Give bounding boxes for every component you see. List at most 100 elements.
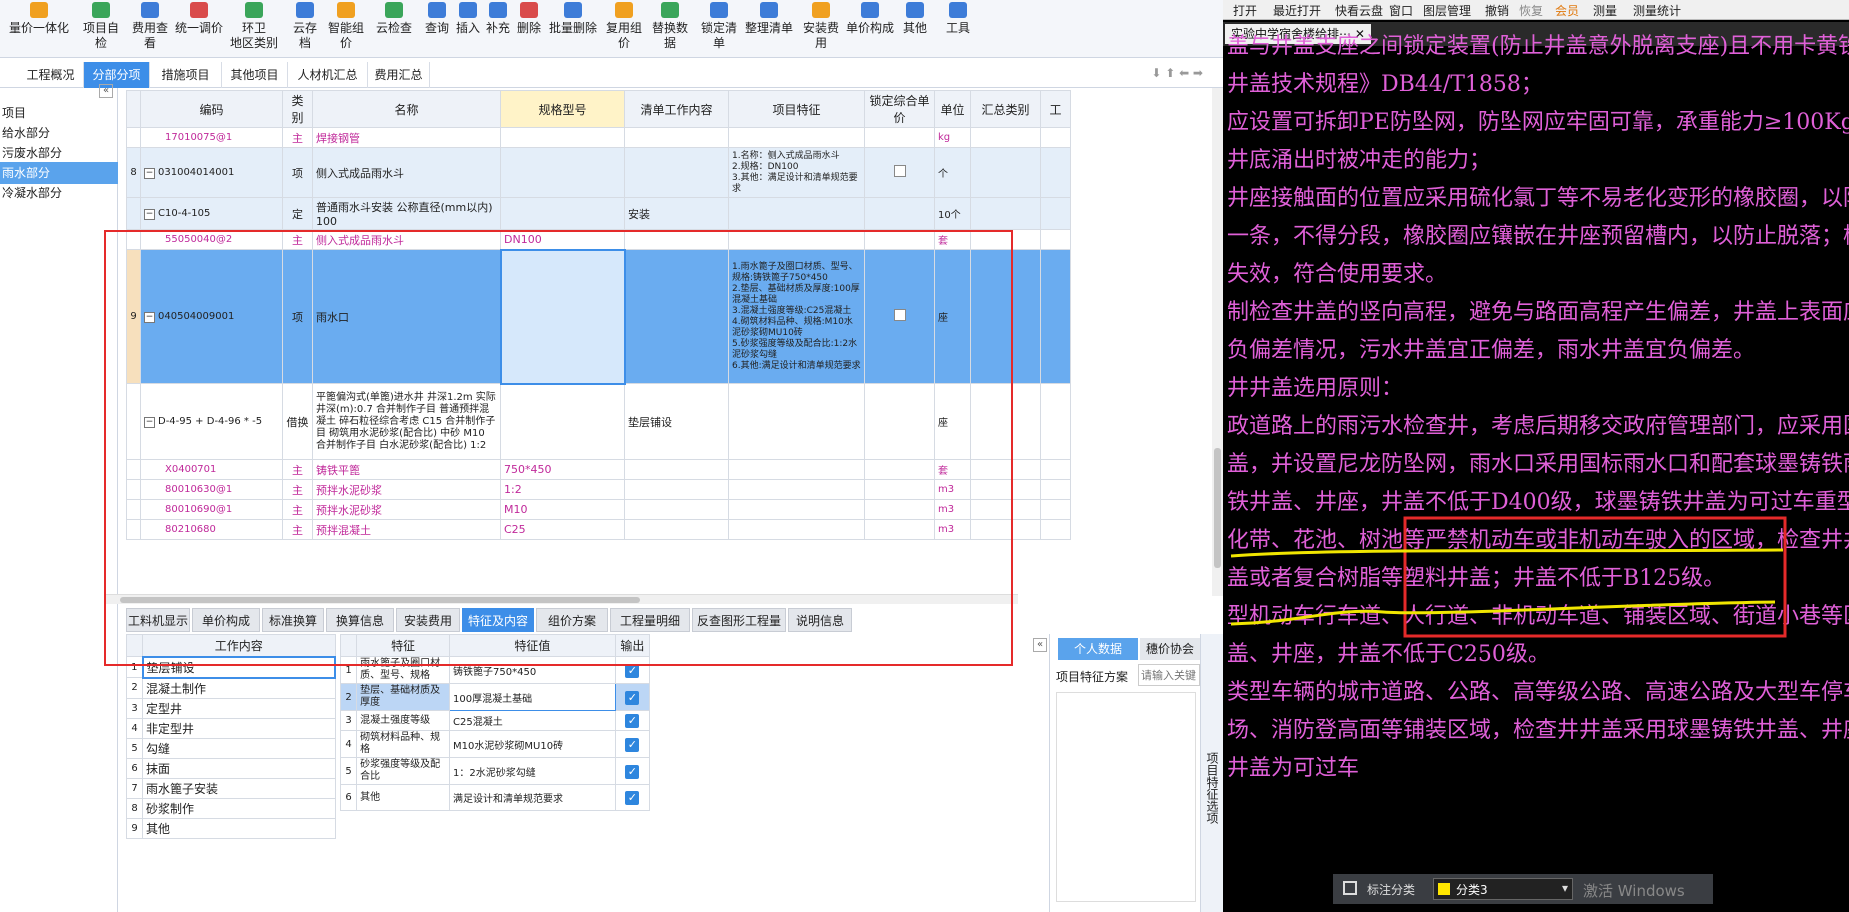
toolbar-button[interactable]: 复用组价: [602, 0, 646, 58]
name-cell[interactable]: 雨水口: [312, 249, 501, 384]
spec-cell[interactable]: C25: [500, 519, 625, 540]
code-cell[interactable]: −031004014001: [140, 147, 283, 198]
output-cell[interactable]: ✓: [614, 683, 651, 711]
tree-item[interactable]: 雨水部分: [0, 162, 118, 184]
work-item[interactable]: 抹面: [142, 757, 336, 779]
toolbar-button[interactable]: 替换数据: [648, 0, 692, 58]
table-row[interactable]: 55050040@2 主侧入式成品雨水斗 DN100 套: [126, 229, 1071, 250]
feature-row[interactable]: 2 垫层、基础材质及厚度 100厚混凝土基础 ✓: [340, 683, 651, 711]
feature-value[interactable]: 铸铁篦子750*450: [449, 656, 616, 684]
lock-price-cell[interactable]: [864, 249, 935, 384]
table-row[interactable]: 9−040504009001 项雨水口 1.雨水篦子及圈口材质、型号、规格:铸铁篦子…: [126, 248, 1071, 385]
detail-tab[interactable]: 特征及内容: [462, 608, 534, 632]
work-item[interactable]: 垫层铺设: [141, 655, 336, 679]
spec-cell[interactable]: [500, 197, 625, 230]
code-cell[interactable]: 55050040@2: [140, 229, 283, 250]
feature-value[interactable]: 1：2水泥砂浆勾缝: [449, 757, 616, 785]
panel-collapse-icon[interactable]: «: [1033, 638, 1047, 652]
table-row[interactable]: 8−031004014001 项侧入式成品雨水斗 1.名称：侧入式成品雨水斗 2.规…: [126, 147, 1071, 198]
toolbar-button[interactable]: 单价构成: [846, 0, 894, 58]
name-cell[interactable]: 普通雨水斗安装 公称直径(mm以内) 100: [312, 197, 501, 230]
output-checkbox[interactable]: ✓: [625, 791, 640, 805]
feature-cell[interactable]: [728, 127, 865, 148]
feature-cell[interactable]: [728, 459, 865, 480]
table-row[interactable]: − D-4-95 + D-4-96 * -5 借换 平篦偏沟式(单篦)进水井 井深1.…: [126, 383, 1071, 460]
toolbar-button[interactable]: 量价一体化: [4, 0, 74, 58]
name-cell[interactable]: 预拌水泥砂浆: [312, 499, 501, 520]
detail-tab[interactable]: 标准换算: [262, 608, 324, 632]
name-cell[interactable]: 平篦偏沟式(单篦)进水井 井深1.2m 实际井深(m):0.7 合并制作子目 普…: [312, 383, 501, 460]
spec-cell[interactable]: 1:2: [500, 479, 625, 500]
tree-item[interactable]: 污废水部分: [0, 142, 118, 164]
lock-price-cell[interactable]: [864, 499, 935, 520]
toolbar-button[interactable]: 费用查看: [128, 0, 172, 58]
table-row[interactable]: 80010630@1 主预拌水泥砂浆 1:2 m3: [126, 479, 1071, 500]
toolbar-button[interactable]: 查询: [424, 0, 450, 58]
toolbar-button[interactable]: 项目自检: [78, 0, 124, 58]
feature-options-vertical-tab[interactable]: 项目特征选项: [1200, 634, 1223, 912]
lock-price-cell[interactable]: [864, 479, 935, 500]
feature-row[interactable]: 1 雨水篦子及圈口材质、型号、规格 铸铁篦子750*450 ✓: [340, 656, 651, 684]
column-header[interactable]: 规格型号: [500, 90, 625, 128]
work-row[interactable]: 2 混凝土制作: [126, 677, 336, 699]
tree-item[interactable]: 项目: [0, 102, 118, 124]
output-checkbox[interactable]: ✓: [625, 737, 640, 752]
feature-row[interactable]: 3 混凝土强度等级 C25混凝土 ✓: [340, 710, 651, 731]
tree-item[interactable]: 给水部分: [0, 122, 118, 144]
detail-tab[interactable]: 单价构成: [192, 608, 260, 632]
detail-tab[interactable]: 换算信息: [326, 608, 394, 632]
work-row[interactable]: 9 其他: [126, 817, 336, 839]
work-cell[interactable]: [624, 459, 729, 480]
feature-cell[interactable]: [728, 499, 865, 520]
output-checkbox[interactable]: ✓: [625, 690, 640, 705]
tab-4[interactable]: 其他项目: [222, 62, 288, 88]
work-item[interactable]: 其他: [142, 817, 336, 839]
tree-item[interactable]: 冷凝水部分: [0, 182, 118, 204]
code-cell[interactable]: − D-4-95 + D-4-96 * -5: [140, 383, 283, 460]
work-item[interactable]: 雨水篦子安装: [142, 777, 336, 799]
cad-menu-item[interactable]: 快看云盘: [1335, 2, 1383, 19]
feature-row[interactable]: 5 砂浆强度等级及配合比 1：2水泥砂浆勾缝 ✓: [340, 757, 651, 785]
work-cell[interactable]: [624, 229, 729, 250]
output-cell[interactable]: ✓: [614, 656, 651, 684]
name-cell[interactable]: 侧入式成品雨水斗: [312, 147, 501, 198]
work-item[interactable]: 砂浆制作: [142, 797, 336, 819]
detail-tab[interactable]: 说明信息: [788, 608, 852, 632]
spec-cell[interactable]: [500, 127, 625, 148]
grid-v-scrollbar[interactable]: [1212, 88, 1223, 596]
spec-cell[interactable]: [500, 383, 625, 460]
toolbar-button[interactable]: 统一调价: [174, 0, 224, 58]
work-cell[interactable]: [624, 127, 729, 148]
cad-menu-item[interactable]: 会员: [1555, 2, 1579, 19]
feature-row[interactable]: 6 其他 满足设计和清单规范要求 ✓: [340, 784, 651, 811]
cad-menu-item[interactable]: 图层管理: [1423, 2, 1471, 19]
detail-tab[interactable]: 安装费用: [396, 608, 460, 632]
lock-price-cell[interactable]: [864, 459, 935, 480]
scheme-search-input[interactable]: [1138, 664, 1200, 686]
feature-value[interactable]: 满足设计和清单规范要求: [449, 784, 616, 811]
toolbar-button[interactable]: 插入: [454, 0, 482, 58]
feature-value[interactable]: M10水泥砂浆砌MU10砖: [449, 730, 616, 758]
detail-tab[interactable]: 反查图形工程量: [692, 608, 786, 632]
collapse-icon[interactable]: −: [144, 416, 155, 428]
work-row[interactable]: 7 雨水篦子安装: [126, 777, 336, 799]
column-header[interactable]: 锁定综合单价: [864, 90, 935, 128]
column-header[interactable]: 工: [1040, 90, 1071, 128]
code-cell[interactable]: X0400701: [140, 459, 283, 480]
lock-checkbox[interactable]: [893, 165, 906, 177]
lock-price-cell[interactable]: [864, 127, 935, 148]
code-cell[interactable]: 17010075@1: [140, 127, 283, 148]
cad-menu-item[interactable]: 测量: [1593, 2, 1617, 19]
spec-cell[interactable]: [500, 147, 625, 198]
toolbar-button[interactable]: 整理清单: [744, 0, 794, 58]
tab-6[interactable]: 费用汇总: [368, 62, 430, 88]
grid-icon[interactable]: [1343, 881, 1357, 895]
lock-price-cell[interactable]: [864, 197, 935, 230]
grid-h-scrollbar[interactable]: [106, 594, 1018, 604]
work-row[interactable]: 4 非定型井: [126, 717, 336, 739]
collapse-icon[interactable]: −: [144, 167, 155, 179]
name-cell[interactable]: 焊接钢管: [312, 127, 501, 148]
toolbar-button[interactable]: 环卫 地区类别: [228, 0, 280, 58]
output-checkbox[interactable]: ✓: [625, 714, 640, 728]
cad-menu-item[interactable]: 打开: [1233, 2, 1257, 19]
